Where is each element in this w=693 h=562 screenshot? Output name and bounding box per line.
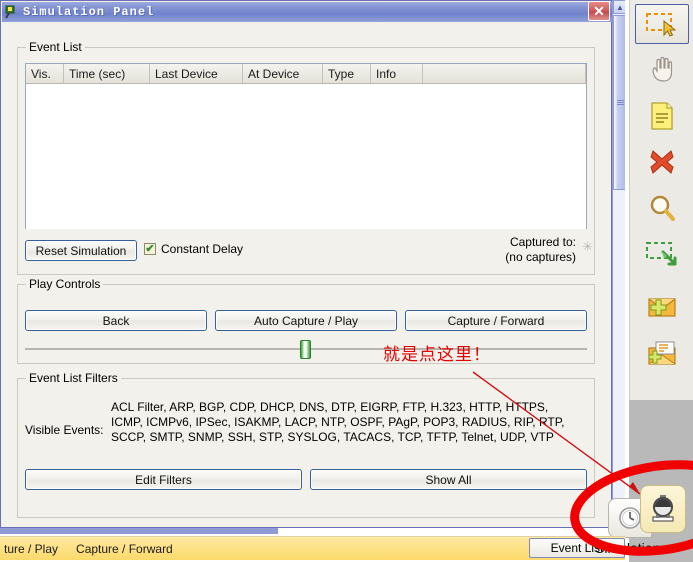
envelope-plus-icon xyxy=(648,298,676,317)
close-icon: ✕ xyxy=(593,3,605,19)
tools-panel xyxy=(629,0,693,400)
capture-forward-button[interactable]: Capture / Forward xyxy=(405,310,587,331)
simulation-mode-toggle[interactable] xyxy=(640,485,686,533)
inspect-magnifier-tool[interactable] xyxy=(635,188,689,228)
visible-events-value: ACL Filter, ARP, BGP, CDP, DHCP, DNS, DT… xyxy=(111,400,565,444)
event-list-filters-group: Event List Filters xyxy=(17,371,595,518)
status-bar-left: ture / Play Capture / Forward xyxy=(0,542,173,556)
annotation-note-text: 就是点这里！ xyxy=(383,345,491,365)
hand-icon xyxy=(652,56,673,82)
simulation-mode-text: Simulation xyxy=(595,540,661,556)
reset-simulation-button[interactable]: Reset Simulation xyxy=(25,240,137,261)
column-header-time[interactable]: Time (sec) xyxy=(64,64,150,83)
delete-tool[interactable] xyxy=(635,142,689,182)
show-all-label: Show All xyxy=(425,472,472,487)
captured-to-icon: ✳ xyxy=(582,239,593,254)
chevron-up-icon: ▲ xyxy=(616,2,624,12)
simulation-panel-icon xyxy=(5,5,19,19)
scrollbar-grip-icon xyxy=(616,99,624,106)
constant-delay-checkbox[interactable]: ✔ xyxy=(144,243,156,255)
note-icon xyxy=(651,102,673,130)
hand-pan-tool[interactable] xyxy=(635,50,689,90)
simulation-panel-window: Simulation Panel ✕ Event List Vis. Time … xyxy=(0,0,612,528)
visible-events-label: Visible Events: xyxy=(25,423,104,437)
stopwatch-simulation-icon xyxy=(652,495,674,522)
column-header-info[interactable]: Info xyxy=(371,64,423,83)
show-all-button[interactable]: Show All xyxy=(310,469,587,490)
window-title: Simulation Panel xyxy=(23,5,155,19)
select-icon xyxy=(646,13,677,37)
back-button[interactable]: Back xyxy=(25,310,207,331)
event-list-legend: Event List xyxy=(26,40,85,54)
column-header-vis[interactable]: Vis. xyxy=(26,64,64,83)
event-list-filters-legend: Event List Filters xyxy=(26,371,121,385)
reset-simulation-label: Reset Simulation xyxy=(35,243,127,258)
place-note-tool[interactable] xyxy=(635,96,689,136)
constant-delay-label: Constant Delay xyxy=(161,242,244,256)
constant-delay-row[interactable]: ✔ Constant Delay xyxy=(144,242,243,256)
magnifier-icon xyxy=(650,195,675,221)
bottom-blue-strip xyxy=(0,528,278,534)
event-list-body[interactable] xyxy=(26,84,586,229)
simulation-mode-label: Simulation xyxy=(593,536,693,560)
close-button[interactable]: ✕ xyxy=(588,1,610,21)
edit-filters-label: Edit Filters xyxy=(135,472,192,487)
captured-to-value: (no captures) xyxy=(505,250,576,264)
auto-capture-play-label: Auto Capture / Play xyxy=(253,313,359,328)
title-bar: Simulation Panel xyxy=(2,2,612,22)
back-label: Back xyxy=(102,313,130,328)
edit-filters-button[interactable]: Edit Filters xyxy=(25,469,302,490)
add-complex-pdu-tool[interactable] xyxy=(635,334,689,374)
captured-to-block: Captured to: (no captures) xyxy=(505,235,576,265)
checkmark-icon: ✔ xyxy=(145,242,155,255)
envelope-edit-plus-icon xyxy=(648,341,676,365)
auto-capture-play-button[interactable]: Auto Capture / Play xyxy=(215,310,397,331)
capture-forward-label: Capture / Forward xyxy=(447,313,545,328)
column-header-filler xyxy=(423,64,586,83)
event-list-table[interactable]: Vis. Time (sec) Last Device At Device Ty… xyxy=(25,63,587,229)
column-header-at-device[interactable]: At Device xyxy=(243,64,323,83)
select-tool[interactable] xyxy=(635,4,689,44)
add-simple-pdu-tool[interactable] xyxy=(635,288,689,328)
status-capture-forward-text: Capture / Forward xyxy=(76,541,173,556)
status-auto-capture-play-text: ture / Play xyxy=(4,541,59,556)
delete-x-icon xyxy=(650,150,674,174)
resize-shape-tool[interactable] xyxy=(635,234,689,274)
event-list-header: Vis. Time (sec) Last Device At Device Ty… xyxy=(26,64,586,84)
resize-shape-icon xyxy=(646,242,677,266)
captured-to-label: Captured to: xyxy=(509,235,576,249)
play-speed-slider-thumb[interactable] xyxy=(300,340,311,359)
column-header-type[interactable]: Type xyxy=(323,64,371,83)
column-header-last-device[interactable]: Last Device xyxy=(150,64,243,83)
play-controls-legend: Play Controls xyxy=(26,277,104,291)
